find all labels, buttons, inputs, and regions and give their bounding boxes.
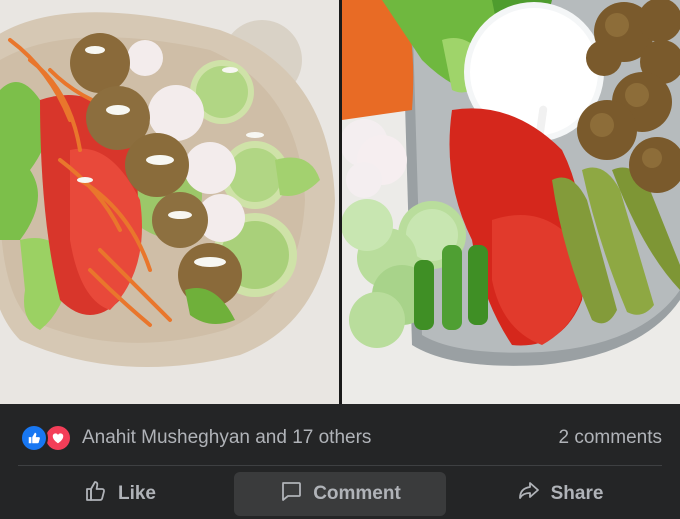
comment-count[interactable]: 2 comments: [559, 427, 662, 449]
reaction-summary-text[interactable]: Anahit Musheghyan and 17 others: [82, 427, 371, 449]
reaction-icons[interactable]: [20, 424, 72, 452]
share-arrow-icon: [517, 479, 541, 509]
love-reaction-icon: [44, 424, 72, 452]
comment-button-label: Comment: [313, 483, 401, 504]
reactions-summary-group[interactable]: Anahit Musheghyan and 17 others: [20, 424, 371, 452]
comment-bubble-icon: [279, 479, 303, 509]
like-button[interactable]: Like: [20, 472, 220, 516]
like-button-label: Like: [117, 483, 157, 504]
footer-divider: [18, 465, 662, 466]
share-button[interactable]: Share: [460, 472, 660, 516]
reactions-bar: Anahit Musheghyan and 17 others 2 commen…: [20, 418, 662, 458]
comment-button[interactable]: Comment: [234, 472, 446, 516]
like-reaction-icon: [20, 424, 48, 452]
post-photo-falafel-platter[interactable]: [342, 0, 680, 404]
post-photo-grid: [0, 0, 680, 404]
post-footer: Anahit Musheghyan and 17 others 2 commen…: [0, 404, 680, 519]
share-button-label: Share: [550, 483, 604, 504]
post-actions: Like Comment Share: [20, 472, 660, 516]
post-photo-falafel-wrap[interactable]: [0, 0, 339, 404]
thumbs-up-icon: [84, 479, 108, 509]
